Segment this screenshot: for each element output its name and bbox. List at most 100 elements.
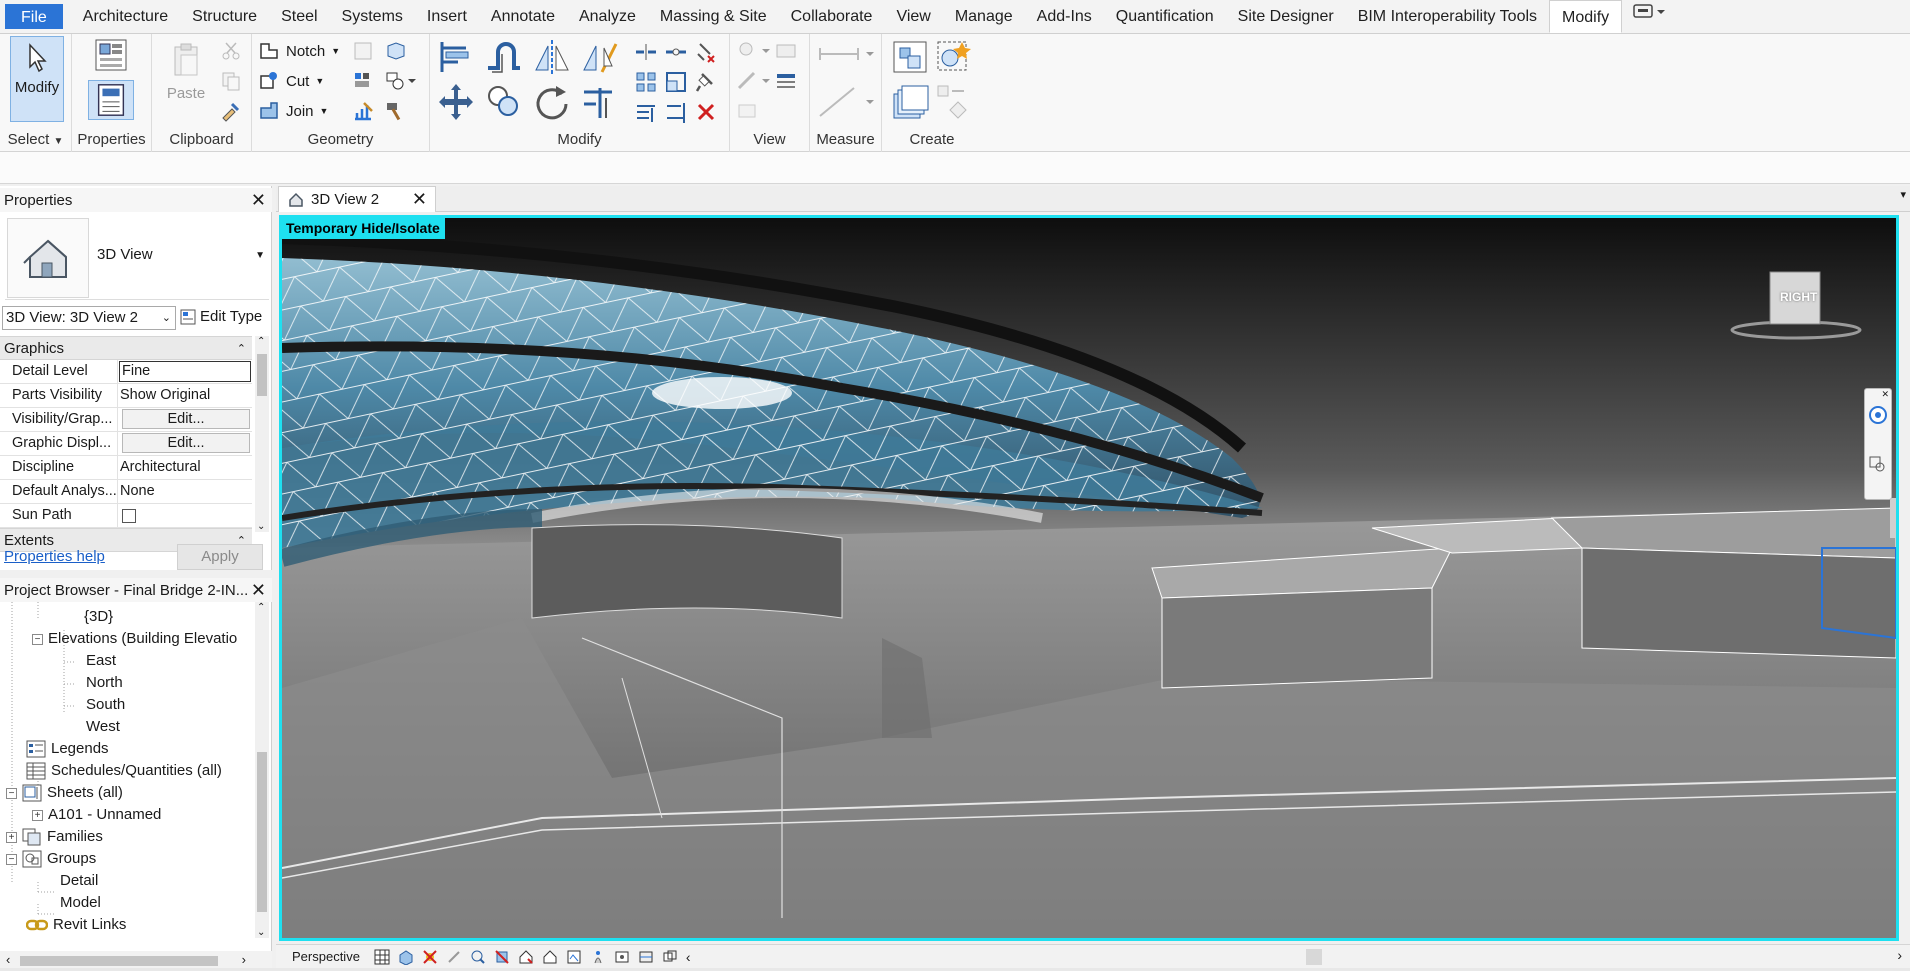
property-row-detail-level[interactable]: Detail Level Fine — [0, 360, 252, 384]
3d-viewport[interactable]: Temporary Hide/Isolate RIGHT ✕ — [279, 215, 1899, 941]
create-assembly-icon[interactable] — [890, 38, 930, 76]
property-row-parts-visibility[interactable]: Parts Visibility Show Original — [0, 384, 252, 408]
tab-collaborate[interactable]: Collaborate — [779, 0, 885, 33]
chevron-right-icon[interactable]: › — [1897, 947, 1902, 963]
show-crop-region-icon[interactable] — [518, 949, 534, 965]
edit-type-button[interactable]: Edit Type — [180, 308, 262, 325]
show-analytical-model-icon[interactable] — [638, 949, 654, 965]
steering-wheel-icon[interactable] — [1868, 405, 1888, 429]
delete-icon[interactable] — [694, 100, 718, 124]
tab-modify[interactable]: Modify — [1549, 0, 1623, 33]
cut-button[interactable]: Cut ▼ — [258, 68, 324, 94]
linework-icon[interactable] — [736, 70, 772, 92]
unpin-icon[interactable] — [694, 40, 718, 64]
type-properties-icon[interactable] — [90, 38, 132, 74]
scrollbar-thumb[interactable] — [257, 752, 267, 912]
collapse-toggle-icon[interactable]: − — [6, 853, 17, 865]
expand-toggle-icon[interactable]: + — [32, 809, 43, 821]
demolish-icon[interactable] — [352, 100, 376, 122]
tab-site-designer[interactable]: Site Designer — [1226, 0, 1346, 33]
view-tab-3d-view-2[interactable]: 3D View 2 ✕ — [278, 186, 436, 212]
align-icon[interactable] — [436, 38, 476, 76]
cut-to-clipboard-icon[interactable] — [220, 40, 242, 62]
properties-palette-icon[interactable] — [88, 80, 134, 120]
tree-node-families[interactable]: + Families — [6, 826, 103, 848]
tab-systems[interactable]: Systems — [330, 0, 415, 33]
visibility-graphics-edit-button[interactable]: Edit... — [122, 409, 250, 429]
tree-node-model[interactable]: Model — [60, 892, 101, 914]
temporary-hide-isolate-icon[interactable] — [566, 949, 582, 965]
property-row-discipline[interactable]: Discipline Architectural — [0, 456, 252, 480]
tab-architecture[interactable]: Architecture — [71, 0, 180, 33]
rotate-icon[interactable] — [532, 82, 572, 122]
trim-single-icon[interactable] — [664, 100, 688, 124]
tree-node-groups[interactable]: − Groups — [6, 848, 96, 870]
properties-scrollbar[interactable]: ⌃ ⌄ — [255, 336, 269, 532]
tree-node-legends[interactable]: Legends — [26, 738, 109, 760]
copy-element-icon[interactable] — [484, 82, 524, 122]
graphics-section-header[interactable]: Graphics ⌃ — [0, 336, 252, 360]
thin-lines-icon[interactable] — [774, 70, 800, 92]
horizontal-scroll-thumb[interactable] — [1306, 949, 1322, 965]
mirror-pick-axis-icon[interactable] — [532, 38, 572, 76]
tree-node-schedules[interactable]: Schedules/Quantities (all) — [26, 760, 222, 782]
close-icon[interactable]: ✕ — [251, 190, 266, 210]
crop-view-icon[interactable] — [494, 949, 510, 965]
ribbon-display-options-icon[interactable] — [1622, 0, 1676, 33]
move-icon[interactable] — [436, 82, 476, 122]
chevron-down-icon[interactable]: ▾ — [1900, 188, 1906, 201]
tab-manage[interactable]: Manage — [943, 0, 1025, 33]
match-properties-icon[interactable] — [220, 100, 242, 122]
paste-button[interactable]: Paste — [162, 36, 210, 122]
tab-analyze[interactable]: Analyze — [567, 0, 648, 33]
create-similar-icon[interactable] — [934, 82, 974, 122]
wall-opening-icon[interactable] — [384, 70, 418, 92]
tree-node-east[interactable]: East — [86, 650, 116, 672]
trim-extend-icon[interactable] — [580, 82, 620, 122]
discipline-value[interactable]: Architectural — [118, 456, 252, 479]
shadows-icon[interactable] — [446, 949, 462, 965]
override-graphics-icon[interactable] — [736, 40, 772, 62]
split-with-gap-icon[interactable] — [664, 40, 688, 64]
close-icon[interactable]: ✕ — [1881, 389, 1889, 400]
tree-node-a101[interactable]: + A101 - Unnamed — [32, 804, 161, 826]
tree-node-revit-links[interactable]: Revit Links — [26, 914, 126, 936]
instance-filter-select[interactable]: 3D View: 3D View 2 ⌄ — [2, 306, 176, 330]
visual-style-icon[interactable] — [398, 949, 414, 965]
sun-path-icon[interactable] — [422, 949, 438, 965]
select-dropdown[interactable]: Select ▼ — [0, 131, 71, 148]
graphic-display-edit-button[interactable]: Edit... — [122, 433, 250, 453]
browser-scrollbar[interactable]: ⌃ ⌄ — [255, 602, 269, 938]
scale-icon[interactable] — [664, 70, 688, 94]
paint-icon[interactable] — [352, 70, 376, 92]
parts-visibility-value[interactable]: Show Original — [118, 384, 252, 407]
perspective-label[interactable]: Perspective — [292, 949, 360, 964]
expand-toggle-icon[interactable]: + — [6, 831, 17, 843]
modify-button[interactable]: Modify — [10, 36, 64, 122]
tree-node-south[interactable]: South — [86, 694, 125, 716]
apply-button[interactable]: Apply — [177, 544, 263, 570]
property-row-default-analysis[interactable]: Default Analys... None — [0, 480, 252, 504]
chevron-left-icon[interactable]: ‹ — [686, 949, 691, 965]
property-row-graphic-display[interactable]: Graphic Displ... Edit... — [0, 432, 252, 456]
tab-file[interactable]: File — [5, 4, 63, 29]
trim-multiple-icon[interactable] — [634, 100, 658, 124]
array-icon[interactable] — [634, 70, 658, 94]
unlocked-3d-view-icon[interactable] — [542, 949, 558, 965]
measure-distance-icon[interactable] — [816, 40, 876, 68]
type-selector[interactable]: 3D View ▼ — [5, 216, 269, 300]
wall-joins-icon[interactable] — [352, 40, 376, 62]
viewcube[interactable]: RIGHT — [1730, 268, 1862, 340]
create-group-icon[interactable] — [890, 82, 930, 122]
split-element-icon[interactable] — [634, 40, 658, 64]
tab-annotate[interactable]: Annotate — [479, 0, 567, 33]
tree-node-detail[interactable]: Detail — [60, 870, 98, 892]
tree-node-sheets[interactable]: − Sheets (all) — [6, 782, 123, 804]
create-parts-icon[interactable] — [934, 38, 974, 76]
show-hidden-icon[interactable] — [736, 100, 762, 122]
properties-help-link[interactable]: Properties help — [4, 548, 105, 565]
tab-steel[interactable]: Steel — [269, 0, 329, 33]
scrollbar-thumb[interactable] — [257, 354, 267, 396]
zoom-region-icon[interactable] — [1868, 455, 1888, 479]
viewport-scroll-thumb[interactable] — [1890, 498, 1896, 538]
